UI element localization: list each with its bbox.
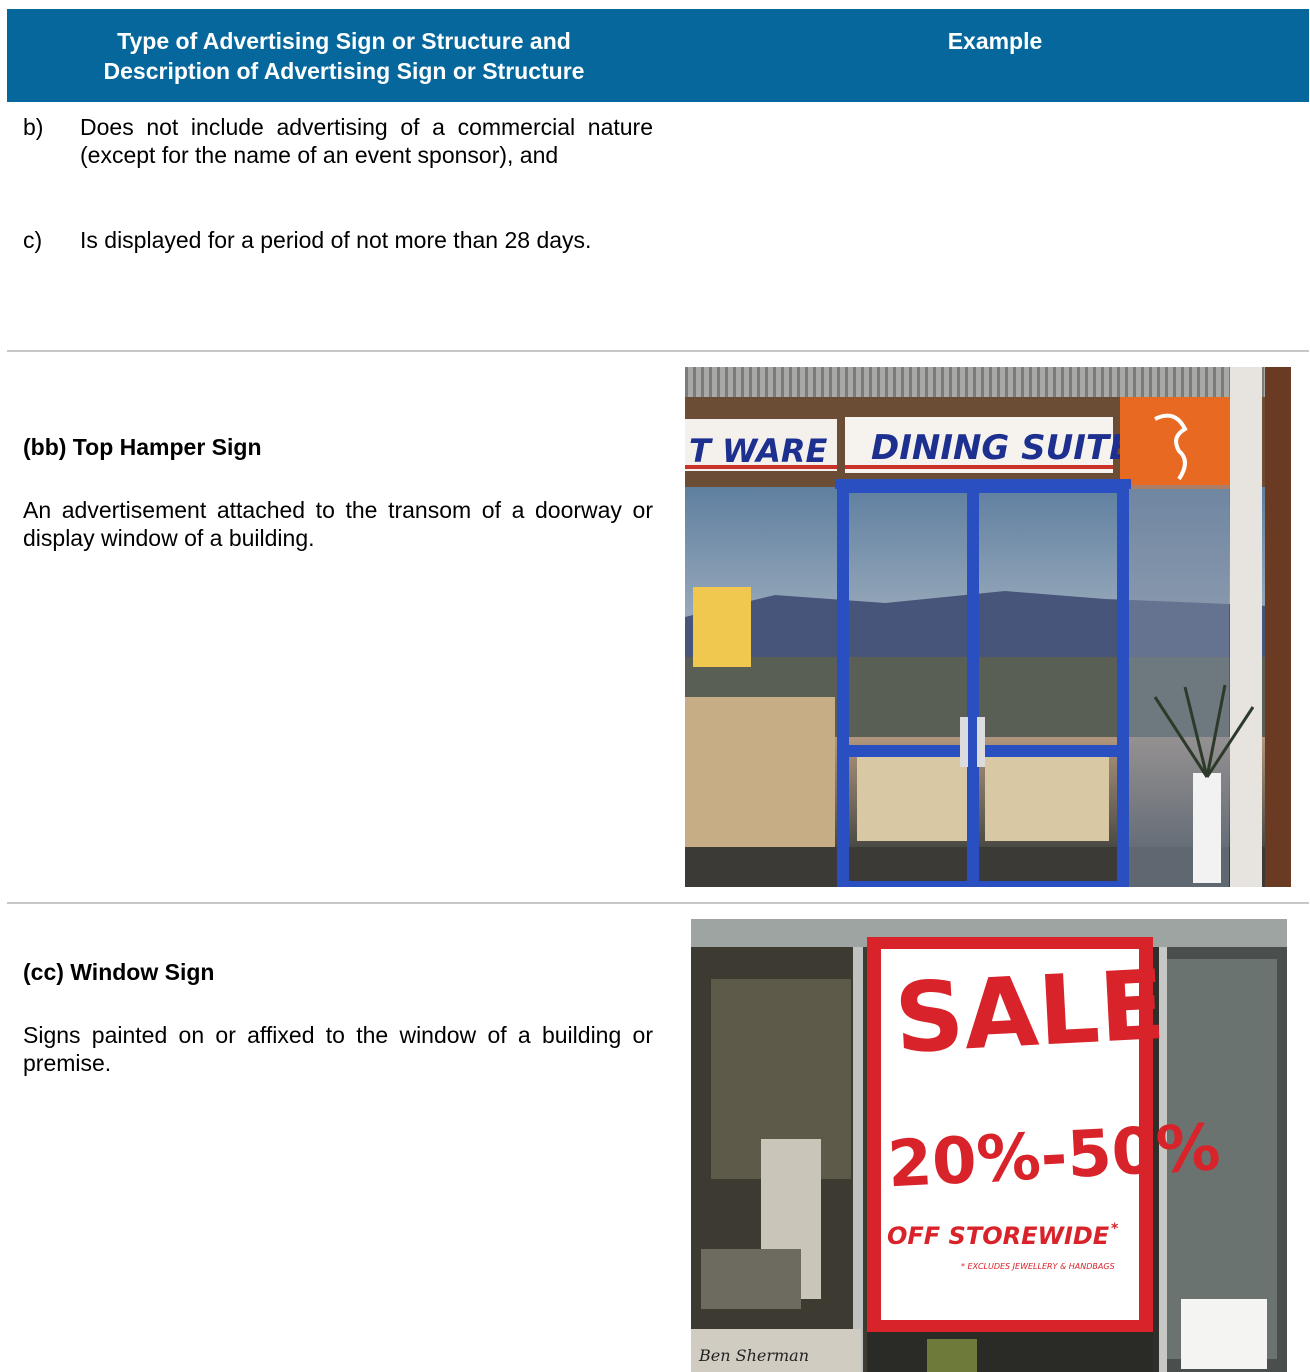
brand-text: Ben Sherman — [698, 1346, 809, 1365]
asterisk-mark: * — [1111, 1221, 1119, 1237]
column-header-example: Example — [947, 28, 1043, 54]
list-item-marker: c) — [23, 227, 43, 253]
table-header: Type of Advertising Sign or Structure an… — [7, 9, 1309, 102]
list-item-c: c) Is displayed for a period of not more… — [23, 226, 653, 254]
list-item-marker: b) — [23, 114, 44, 140]
row-divider — [7, 350, 1309, 352]
top-hamper-sign-photo: T WARE DINING SUITES — [685, 367, 1291, 887]
list-item-text: Is displayed for a period of not more th… — [80, 227, 592, 253]
list-item-text: Does not include advertising of a commer… — [80, 114, 653, 168]
column-header-line-1: Type of Advertising Sign or Structure an… — [117, 28, 571, 54]
sign-text-partial: T WARE — [689, 432, 828, 470]
sale-heading: SALE — [892, 949, 1168, 1075]
window-sign-photo: Ben Sherman SALE 20%-50% OFF STOREWIDE *… — [691, 919, 1287, 1372]
section-title-top-hamper-sign: (bb) Top Hamper Sign — [23, 434, 262, 460]
section-title-window-sign: (cc) Window Sign — [23, 959, 215, 985]
sign-text-dining-suites: DINING SUITES — [871, 428, 1157, 468]
row-divider — [7, 902, 1309, 904]
storewide-text: OFF STOREWIDE — [887, 1222, 1110, 1250]
footnote-text: * EXCLUDES JEWELLERY & HANDBAGS — [961, 1262, 1115, 1271]
column-header-line-2: Description of Advertising Sign or Struc… — [103, 58, 585, 84]
list-item-b: b) Does not include advertising of a com… — [23, 113, 653, 169]
column-header-type-description: Type of Advertising Sign or Structure an… — [7, 26, 681, 86]
section-description-window-sign: Signs painted on or affixed to the windo… — [23, 1022, 653, 1076]
section-description-top-hamper-sign: An advertisement attached to the transom… — [23, 497, 653, 551]
